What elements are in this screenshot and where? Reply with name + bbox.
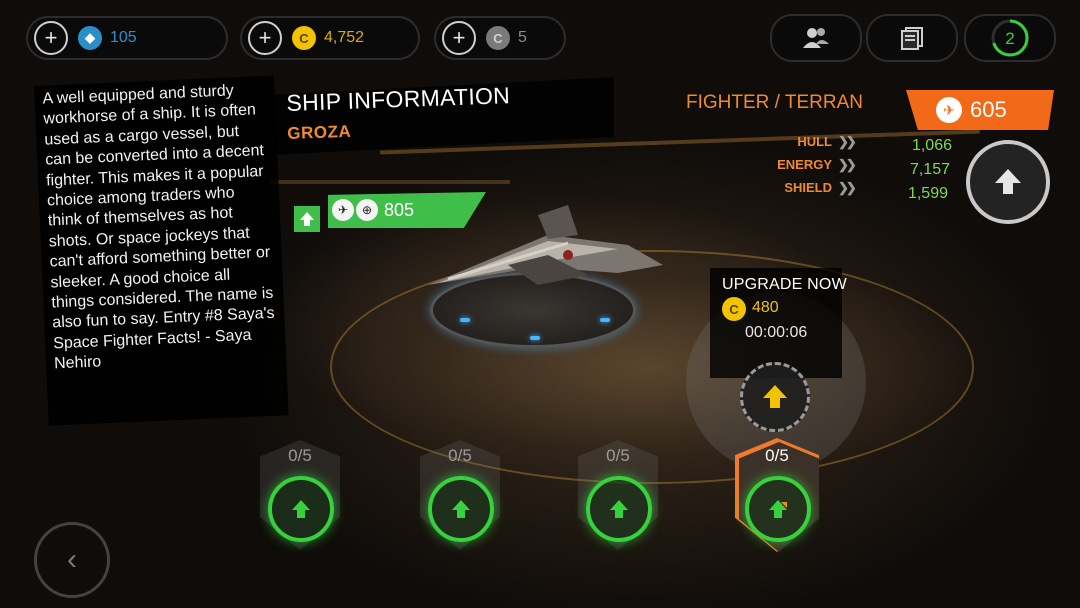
arrow-up-icon (610, 500, 628, 518)
add-credits-button[interactable]: + (248, 21, 282, 55)
cards-icon (901, 27, 923, 50)
crosshair-icon: ⊕ (356, 199, 378, 221)
upgrade-ship-button[interactable] (966, 140, 1050, 224)
pad-light (530, 336, 540, 340)
crystal-icon: ◆ (78, 26, 102, 50)
friends-button[interactable] (770, 14, 862, 62)
token-icon: C (486, 26, 510, 50)
stat-energy-value: 7,157 (909, 161, 950, 178)
slot-count: 0/5 (448, 446, 472, 465)
arrow-up-icon (292, 500, 310, 518)
fighter-icon: ✈ (936, 97, 962, 123)
stat-shield-value: 1,599 (907, 185, 948, 202)
level-progress-ring: 2 (991, 19, 1029, 57)
chevron-right-icon: ❯❯ (838, 157, 857, 172)
slot-count: 0/5 (765, 446, 789, 465)
slot-count: 0/5 (288, 446, 312, 465)
add-crystals-button[interactable]: + (34, 21, 68, 55)
slot-upgrade-button[interactable] (428, 476, 494, 542)
chevron-left-icon: ‹ (67, 543, 77, 576)
arrow-up-icon (995, 169, 1021, 194)
chevron-right-icon: ❯❯ (838, 134, 857, 149)
credit-coin-icon: C (722, 297, 746, 321)
back-button[interactable]: ‹ (34, 522, 110, 598)
cards-button[interactable] (866, 14, 958, 62)
ship-rating-bar: ✈ ⊕ 805 (328, 192, 486, 228)
stat-hull-label: HULL (797, 134, 832, 149)
credit-coin-icon: C (292, 26, 316, 50)
crystal-count: 105 (110, 29, 137, 46)
hangar-wall-stripe-left (270, 180, 510, 184)
chevron-right-icon: ❯❯ (838, 180, 857, 195)
arrow-up-icon (300, 212, 314, 226)
player-level: 2 (1005, 29, 1014, 48)
upgrade-cost: 480 (752, 299, 779, 316)
upgrade-slot-active[interactable]: 0/5 (735, 438, 819, 552)
pad-light (460, 318, 470, 322)
ship-power-badge: ✈ 605 (906, 90, 1054, 130)
arrow-up-icon (769, 500, 787, 518)
slot-upgrade-button[interactable] (745, 476, 811, 542)
slot-count: 0/5 (606, 446, 630, 465)
player-level-button[interactable]: 2 (964, 14, 1056, 62)
ship-power: 605 (970, 97, 1007, 122)
pad-light (600, 318, 610, 322)
ship-rating: 805 (384, 199, 415, 220)
slot-upgrade-button[interactable] (586, 476, 652, 542)
upgrade-timer: 00:00:06 (745, 324, 808, 341)
ship-name: GROZA (287, 121, 352, 143)
upgrade-slot[interactable]: 0/5 (578, 440, 658, 550)
currency-tokens: + C 5 (434, 16, 566, 60)
add-tokens-button[interactable]: + (442, 21, 476, 55)
ship-class-icon: ✈ (332, 199, 354, 221)
ship-description: A well equipped and sturdy workhorse of … (34, 75, 289, 426)
stat-shield-label: SHIELD (784, 180, 832, 195)
arrow-up-icon (763, 385, 787, 408)
upgrade-now-title: UPGRADE NOW (722, 276, 847, 293)
upgrade-slot[interactable]: 0/5 (260, 440, 340, 550)
friends-icon (803, 28, 829, 48)
currency-credits: + C 4,752 (240, 16, 420, 60)
upgrade-now-button[interactable] (740, 362, 810, 432)
credit-count: 4,752 (324, 29, 365, 46)
arrow-up-icon (452, 500, 470, 518)
token-count: 5 (518, 29, 527, 46)
stat-energy-label: ENERGY (777, 157, 832, 172)
rating-upgrade-indicator (294, 206, 320, 232)
upgrade-slot[interactable]: 0/5 (420, 440, 500, 550)
slot-upgrade-button[interactable] (268, 476, 334, 542)
stat-hull-value: 1,066 (911, 137, 952, 154)
ship-class-label: FIGHTER / TERRAN (686, 92, 863, 113)
currency-crystals: + ◆ 105 (26, 16, 228, 60)
